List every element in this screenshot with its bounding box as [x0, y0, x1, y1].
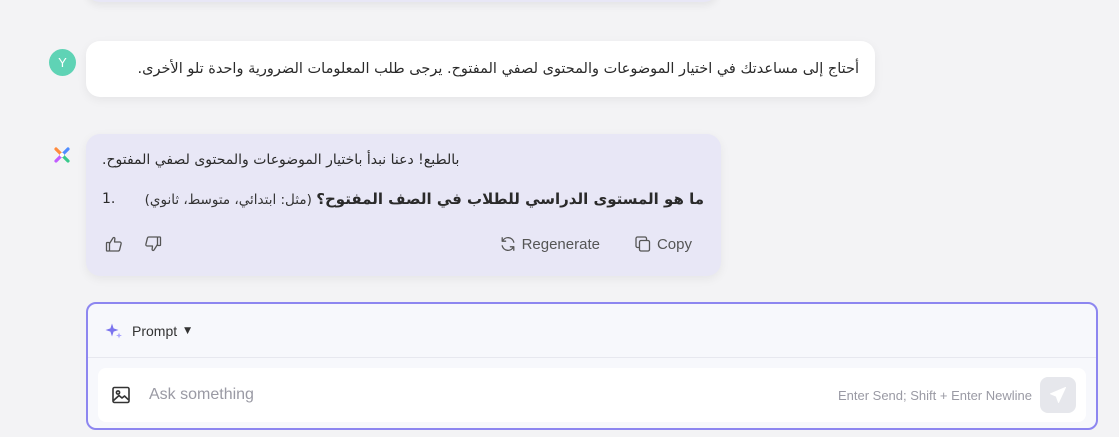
question-text: ما هو المستوى الدراسي للطلاب في الصف الم…	[145, 190, 704, 208]
user-avatar: Y	[49, 49, 76, 76]
composer-input-row: Enter Send; Shift + Enter Newline	[98, 368, 1086, 422]
app-logo-icon	[54, 147, 70, 163]
prompt-mode-label: Prompt	[132, 322, 178, 339]
assistant-message-intro: بالطبع! دعنا نبدأ باختيار الموضوعات والم…	[102, 152, 460, 168]
keyboard-hint: Enter Send; Shift + Enter Newline	[837, 387, 1032, 403]
thumbs-up-icon[interactable]	[104, 234, 124, 254]
copy-icon	[635, 236, 651, 252]
image-icon[interactable]	[110, 384, 132, 406]
previous-message-bubble	[86, 0, 718, 2]
caret-down-icon: ▼	[184, 325, 192, 336]
question-bold-text: ما هو المستوى الدراسي للطلاب في الصف الم…	[316, 190, 704, 208]
user-message-bubble: أحتاج إلى مساعدتك في اختيار الموضوعات وا…	[86, 41, 875, 97]
assistant-message-bubble: بالطبع! دعنا نبدأ باختيار الموضوعات والم…	[86, 134, 721, 276]
send-icon	[1050, 387, 1066, 403]
refresh-icon	[501, 237, 515, 251]
copy-label: Copy	[656, 235, 692, 253]
message-actions: Regenerate Copy	[104, 232, 692, 256]
send-button[interactable]	[1040, 377, 1076, 413]
regenerate-label: Regenerate	[521, 235, 600, 253]
ask-input[interactable]	[149, 386, 838, 404]
question-example-text: (مثل: ابتدائي، متوسط، ثانوي)	[144, 192, 312, 208]
regenerate-button[interactable]: Regenerate	[499, 235, 600, 253]
list-number: 1.	[102, 191, 116, 207]
assistant-question-item: 1. ما هو المستوى الدراسي للطلاب في الصف …	[102, 190, 704, 208]
copy-button[interactable]: Copy	[634, 235, 692, 253]
prompt-composer: Prompt ▼ Enter Send; Shift + Enter Newli…	[86, 302, 1098, 430]
user-message-text: أحتاج إلى مساعدتك في اختيار الموضوعات وا…	[137, 61, 860, 77]
composer-toolbar: Prompt ▼	[88, 304, 1096, 358]
prompt-mode-selector[interactable]: Prompt ▼	[104, 321, 191, 341]
sparkle-icon	[105, 323, 122, 338]
thumbs-down-icon[interactable]	[143, 234, 163, 254]
